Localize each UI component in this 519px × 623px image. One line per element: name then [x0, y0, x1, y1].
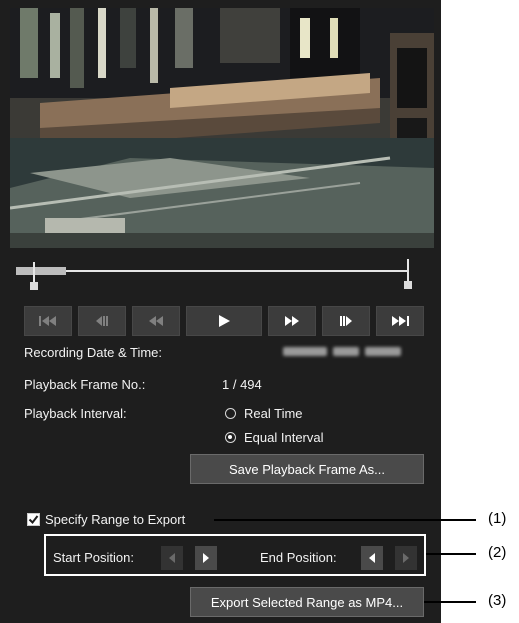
end-position-back-button[interactable] — [361, 546, 383, 570]
callout-line-3 — [424, 601, 476, 603]
specify-range-label: Specify Range to Export — [45, 512, 186, 527]
radio-real-time-label: Real Time — [244, 406, 303, 421]
fast-forward-icon — [285, 316, 299, 326]
step-forward-button[interactable] — [322, 306, 370, 336]
save-playback-frame-button[interactable]: Save Playback Frame As... — [190, 454, 424, 484]
rewind-button[interactable] — [132, 306, 180, 336]
radio-real-time[interactable] — [225, 408, 236, 419]
end-position-label: End Position: — [260, 550, 337, 565]
playback-frame-value: 1 / 494 — [222, 377, 262, 392]
callout-line-2 — [426, 553, 476, 555]
timeline-end-handle[interactable] — [404, 259, 412, 289]
timeline-selection — [16, 267, 66, 275]
play-icon — [219, 315, 230, 327]
callout-line-1 — [214, 519, 476, 521]
playback-frame-label: Playback Frame No.: — [24, 377, 146, 392]
skip-to-end-button[interactable] — [376, 306, 424, 336]
start-position-forward-button[interactable] — [195, 546, 217, 570]
radio-equal-interval[interactable] — [225, 432, 236, 443]
start-position-back-button[interactable] — [161, 546, 183, 570]
arrow-left-icon — [369, 553, 375, 563]
skip-to-start-button[interactable] — [24, 306, 72, 336]
timeline-track[interactable] — [16, 270, 409, 272]
start-position-label: Start Position: — [53, 550, 134, 565]
checkmark-icon — [28, 515, 39, 525]
step-back-button[interactable] — [78, 306, 126, 336]
playback-interval-label: Playback Interval: — [24, 406, 127, 421]
playback-panel: Recording Date & Time: Playback Frame No… — [0, 0, 441, 623]
specify-range-checkbox[interactable] — [27, 513, 40, 526]
export-range-mp4-button[interactable]: Export Selected Range as MP4... — [190, 587, 424, 617]
skip-to-end-icon — [392, 316, 409, 326]
arrow-right-icon — [203, 553, 209, 563]
callout-label-3: (3) — [488, 592, 507, 609]
step-back-icon — [96, 316, 108, 326]
callout-label-2: (2) — [488, 544, 507, 561]
callout-label-1: (1) — [488, 510, 507, 527]
rewind-icon — [149, 316, 163, 326]
fast-forward-button[interactable] — [268, 306, 316, 336]
skip-to-start-icon — [39, 316, 56, 326]
timeline-start-handle[interactable] — [30, 262, 38, 290]
arrow-left-icon — [169, 553, 175, 563]
step-forward-icon — [340, 316, 352, 326]
video-preview — [10, 8, 434, 248]
recording-datetime-value — [283, 345, 421, 357]
radio-equal-interval-label: Equal Interval — [244, 430, 324, 445]
arrow-right-icon — [403, 553, 409, 563]
recording-datetime-label: Recording Date & Time: — [24, 345, 163, 360]
end-position-forward-button[interactable] — [395, 546, 417, 570]
play-button[interactable] — [186, 306, 262, 336]
